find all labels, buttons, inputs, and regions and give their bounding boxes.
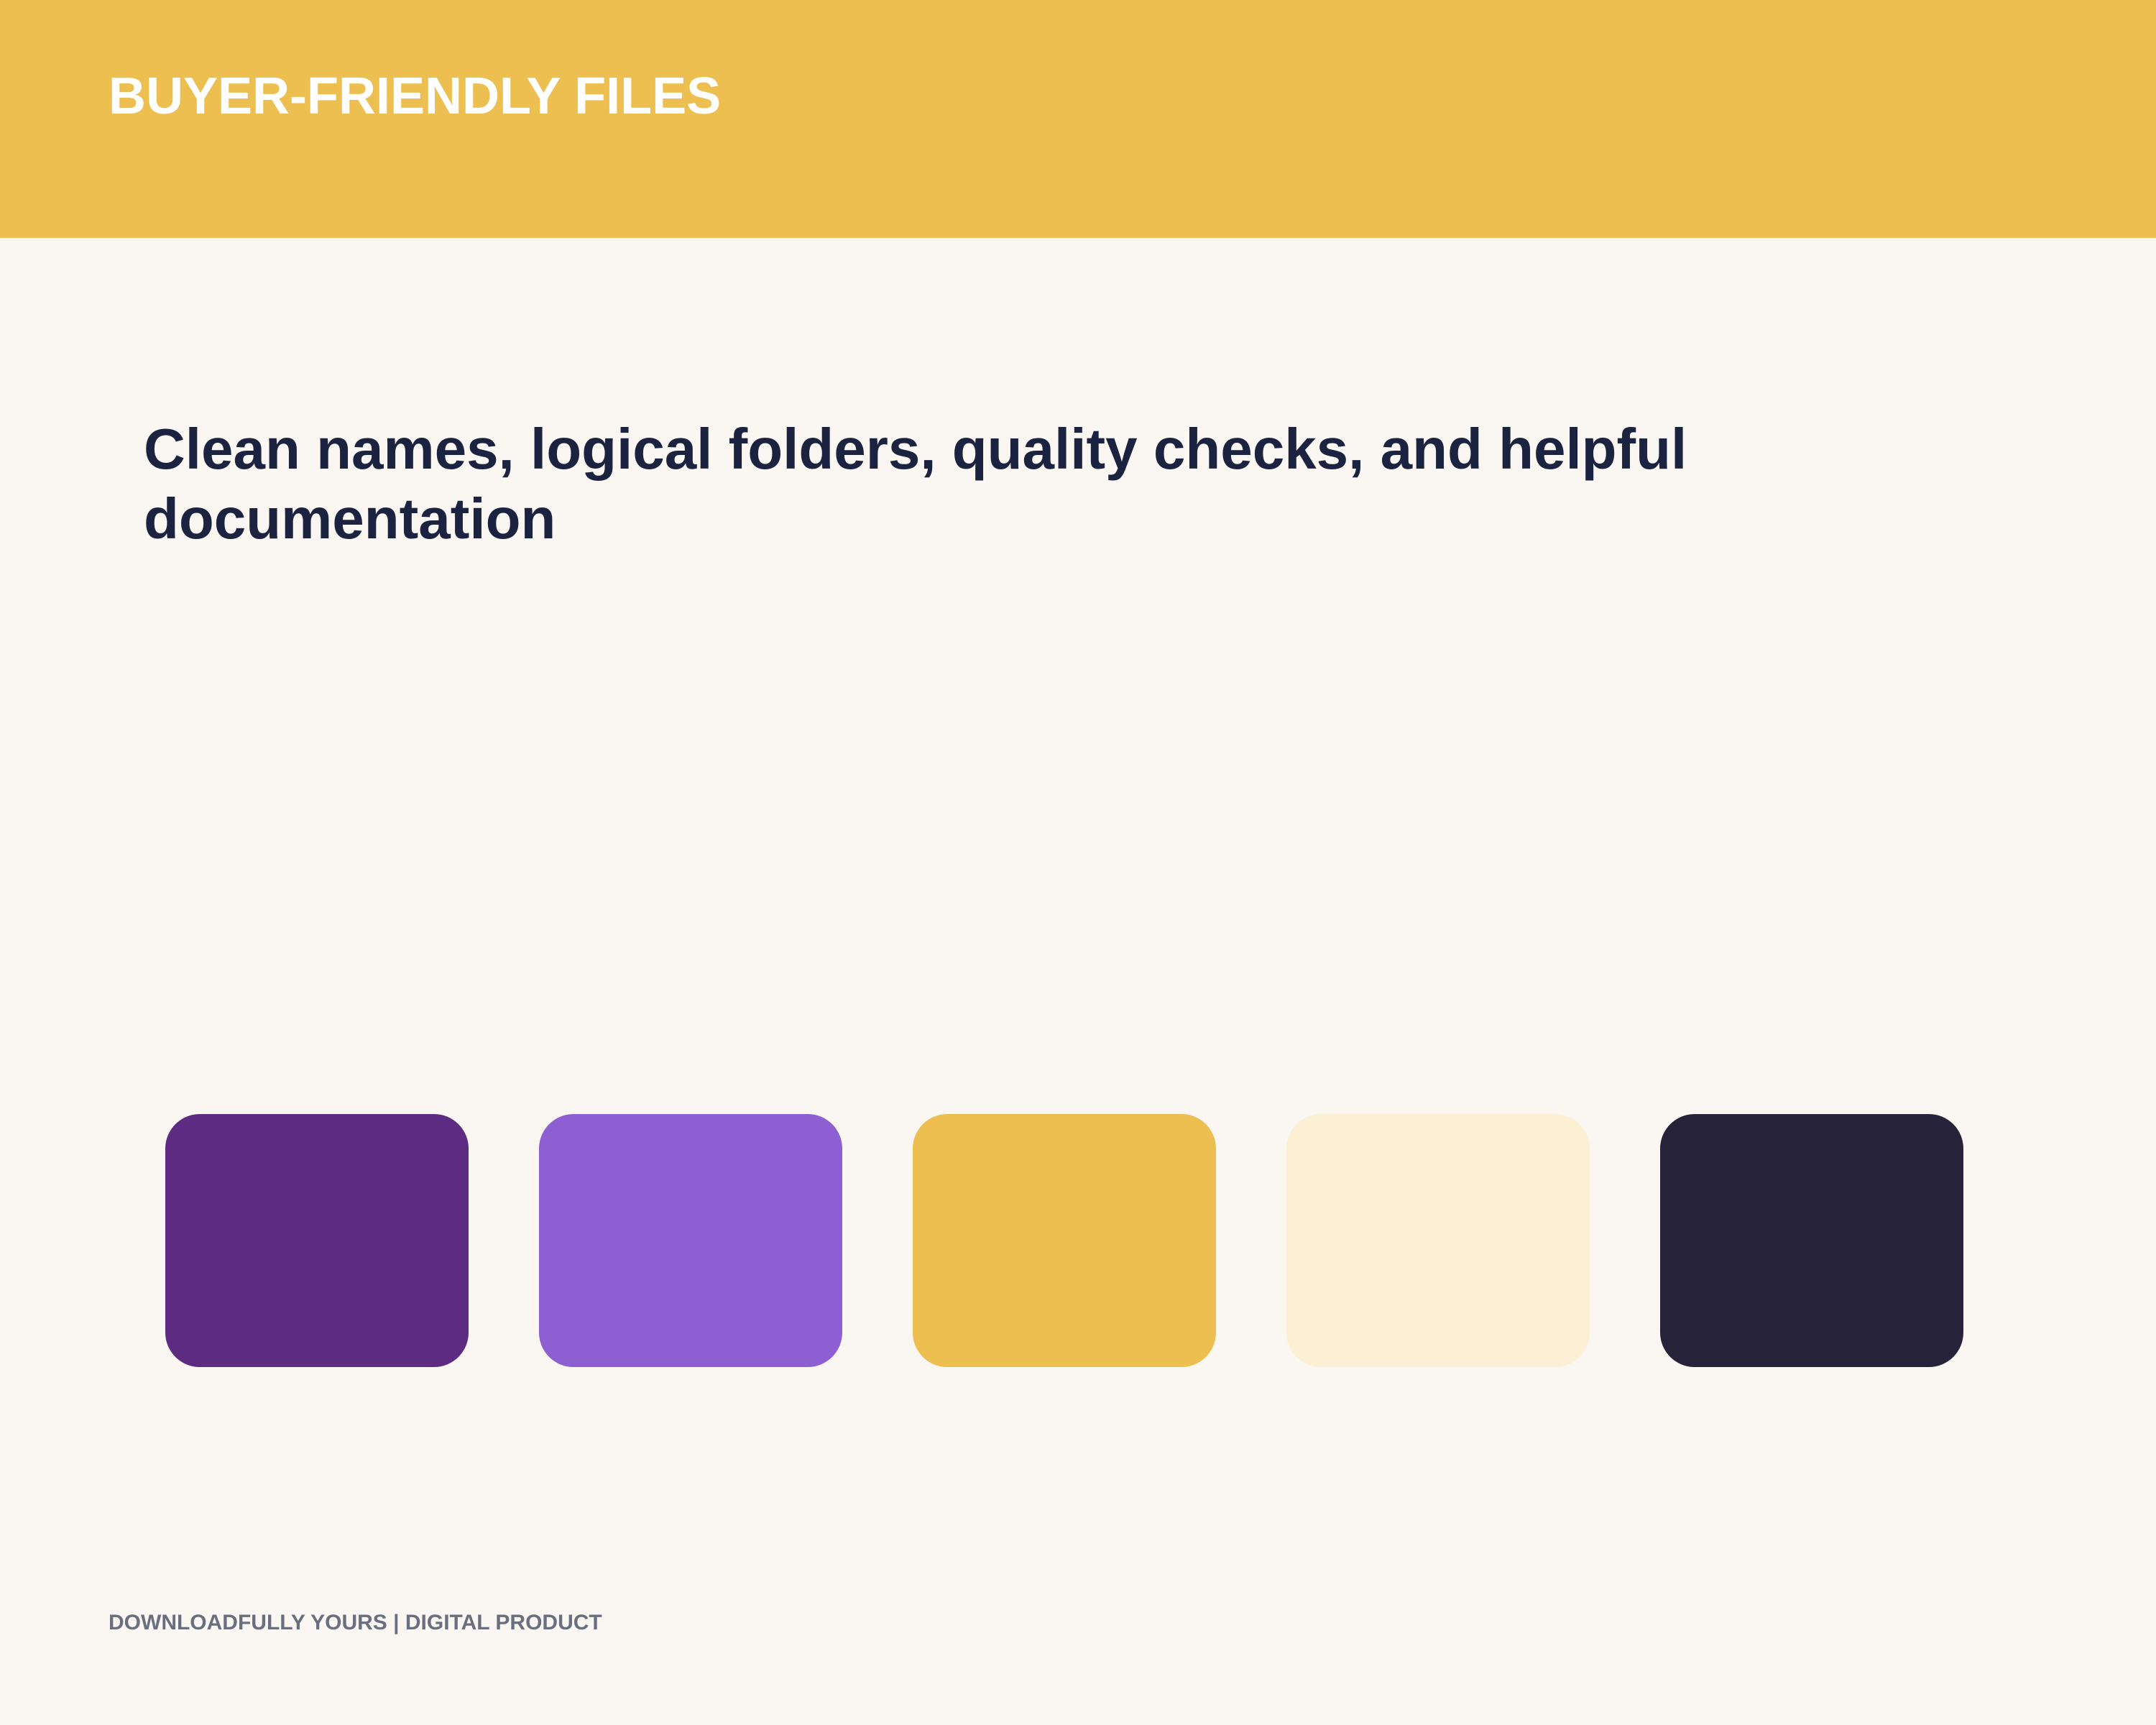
color-swatch-5 <box>1660 1114 1963 1367</box>
color-palette <box>165 1114 1963 1367</box>
headline: Clean names, logical folders, quality ch… <box>144 417 1687 551</box>
header-band: BUYER-FRIENDLY FILES <box>0 0 2156 238</box>
footer-text: DOWNLOADFULLY YOURS | DIGITAL PRODUCT <box>109 1611 602 1634</box>
color-swatch-3 <box>913 1114 1216 1367</box>
color-swatch-1 <box>165 1114 469 1367</box>
header-title: BUYER-FRIENDLY FILES <box>109 68 722 125</box>
color-swatch-4 <box>1286 1114 1590 1367</box>
color-swatch-2 <box>539 1114 842 1367</box>
